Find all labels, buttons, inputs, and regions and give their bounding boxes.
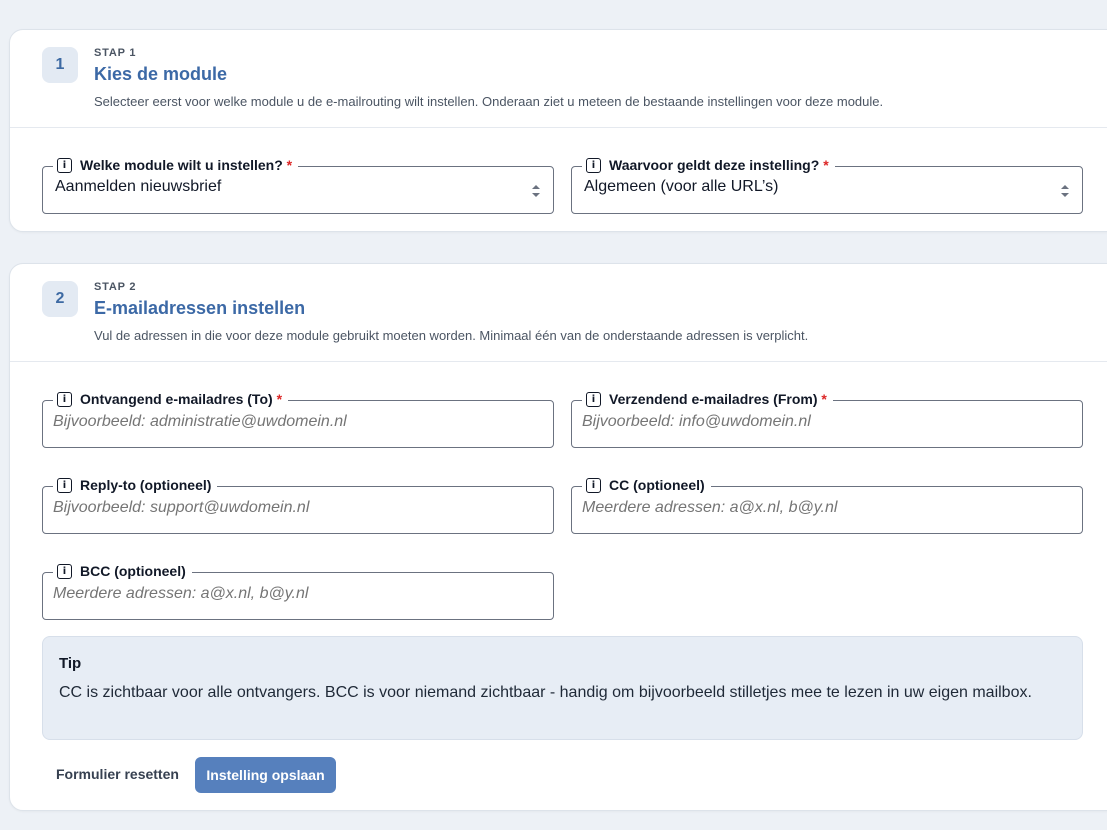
bcc-field-label: i BCC (optioneel) [53, 561, 192, 581]
select-arrows-icon [532, 185, 540, 197]
cc-email-input[interactable] [582, 499, 1072, 517]
step2-card: 2 STAP 2 E-mailadressen instellen Vul de… [9, 263, 1107, 811]
step1-card: 1 STAP 1 Kies de module Selecteer eerst … [9, 29, 1107, 232]
step2-divider [10, 361, 1107, 362]
step2-label: STAP 2 [94, 281, 137, 293]
info-icon[interactable]: i [57, 391, 72, 407]
step1-badge: 1 [42, 47, 78, 83]
to-field: i Ontvangend e-mailadres (To) * [42, 389, 554, 448]
from-field-label: i Verzendend e-mailadres (From) * [582, 389, 833, 409]
scope-select[interactable]: i Waarvoor geldt deze instelling? * Alge… [571, 155, 1083, 214]
step2-badge: 2 [42, 281, 78, 317]
replyto-email-input[interactable] [53, 499, 543, 517]
scope-select-value: Algemeen (voor alle URL’s) [584, 178, 779, 195]
from-email-input[interactable] [582, 413, 1072, 431]
reset-form-button[interactable]: Formulier resetten [56, 766, 179, 782]
bcc-email-input[interactable] [53, 585, 543, 603]
required-marker: * [276, 391, 283, 407]
from-field: i Verzendend e-mailadres (From) * [571, 389, 1083, 448]
tip-text: CC is zichtbaar voor alle ontvangers. BC… [59, 684, 1032, 701]
required-marker: * [286, 157, 293, 173]
bcc-field: i BCC (optioneel) [42, 561, 554, 620]
select-arrows-icon [1061, 185, 1069, 197]
module-select-label: i Welke module wilt u instellen? * [53, 155, 299, 175]
info-icon[interactable]: i [586, 477, 601, 493]
replyto-field: i Reply-to (optioneel) [42, 475, 554, 534]
cc-field: i CC (optioneel) [571, 475, 1083, 534]
required-marker: * [823, 157, 829, 173]
save-setting-button[interactable]: Instelling opslaan [195, 757, 336, 793]
scope-select-label: i Waarvoor geldt deze instelling? * [582, 155, 835, 175]
step1-description: Selecteer eerst voor welke module u de e… [94, 94, 884, 109]
module-select-value: Aanmelden nieuwsbrief [55, 178, 222, 195]
to-email-input[interactable] [53, 413, 543, 431]
tip-box: Tip CC is zichtbaar voor alle ontvangers… [42, 636, 1083, 740]
replyto-field-label: i Reply-to (optioneel) [53, 475, 218, 495]
step1-title: Kies de module [94, 64, 228, 84]
tip-title: Tip [59, 655, 82, 672]
to-field-label: i Ontvangend e-mailadres (To) * [53, 389, 289, 409]
step2-description: Vul de adressen in die voor deze module … [94, 328, 809, 343]
step1-divider [10, 127, 1107, 128]
info-icon[interactable]: i [57, 477, 72, 493]
info-icon[interactable]: i [57, 563, 72, 579]
step1-label: STAP 1 [94, 47, 137, 59]
info-icon[interactable]: i [586, 157, 601, 173]
cc-field-label: i CC (optioneel) [582, 475, 711, 495]
info-icon[interactable]: i [586, 391, 601, 407]
required-marker: * [821, 391, 827, 407]
info-icon[interactable]: i [57, 157, 72, 173]
step2-title: E-mailadressen instellen [94, 298, 306, 318]
module-select[interactable]: i Welke module wilt u instellen? * Aanme… [42, 155, 554, 214]
